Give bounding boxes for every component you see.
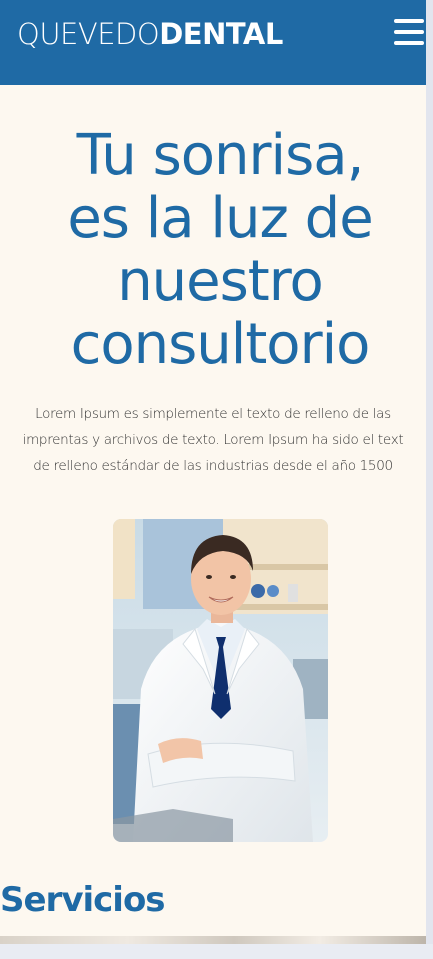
- menu-bar-line: [394, 19, 424, 23]
- hero-description: Lorem Ipsum es simplemente el texto de r…: [0, 401, 426, 479]
- site-logo[interactable]: QUEVEDODENTAL: [17, 17, 283, 51]
- hero-title-line: Tu sonrisa,: [76, 123, 365, 188]
- hero-title: Tu sonrisa, es la luz de nuestro consult…: [0, 124, 426, 376]
- bottom-edge: [0, 944, 433, 959]
- hero-title-line: nuestro: [117, 249, 324, 314]
- dentist-illustration: [113, 519, 328, 842]
- page: QUEVEDODENTAL Tu sonrisa, es la luz de n…: [0, 0, 426, 944]
- dentist-photo: [113, 519, 328, 842]
- menu-bar-line: [394, 41, 424, 45]
- hero-title-line: consultorio: [70, 312, 371, 377]
- hero-title-line: es la luz de: [67, 186, 373, 251]
- hamburger-menu-icon[interactable]: [394, 19, 424, 45]
- logo-text-light: QUEVEDO: [17, 17, 160, 51]
- services-heading: Servicios: [0, 880, 166, 920]
- vertical-scrollbar[interactable]: [426, 0, 433, 959]
- services-image-strip: [0, 936, 426, 944]
- logo-text-bold: DENTAL: [159, 17, 283, 51]
- hero-description-line: de relleno estándar de las industrias de…: [33, 458, 393, 474]
- top-navbar: QUEVEDODENTAL: [0, 0, 426, 85]
- menu-bar-line: [394, 30, 424, 34]
- hero-description-line: imprentas y archivos de texto. Lorem Ips…: [22, 432, 404, 448]
- hero-description-line: Lorem Ipsum es simplemente el texto de r…: [35, 406, 391, 422]
